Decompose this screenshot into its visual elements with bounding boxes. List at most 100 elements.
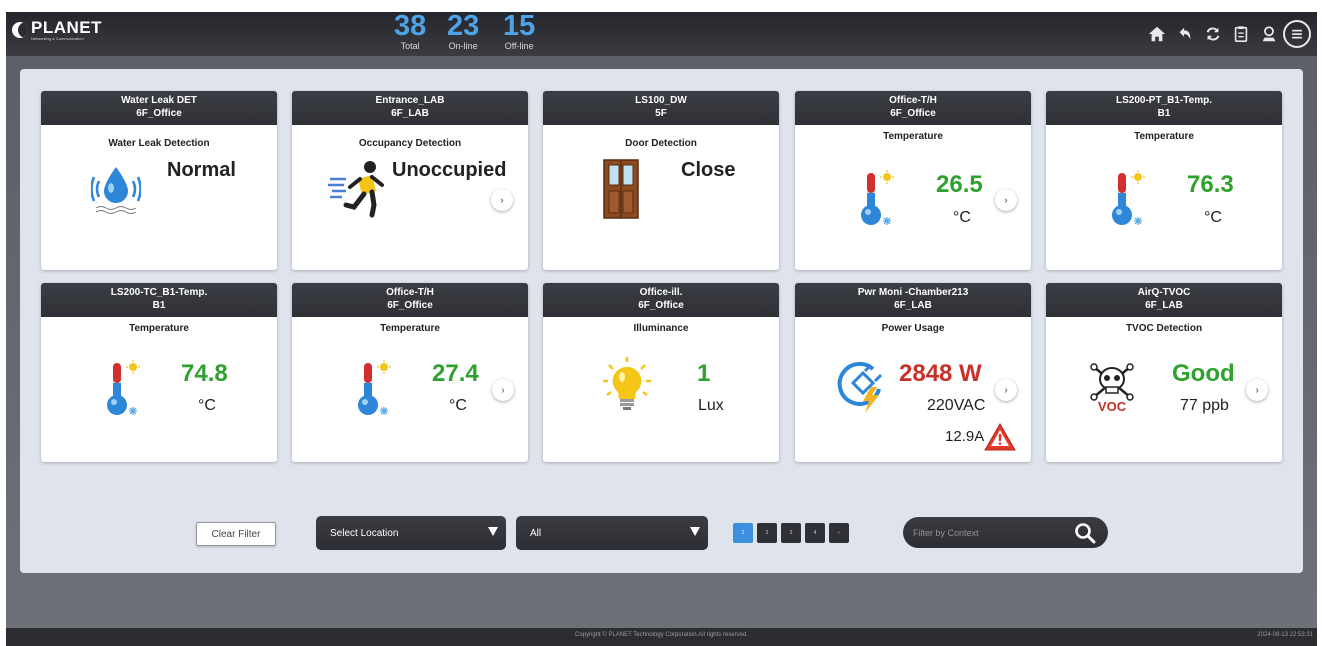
planet-logo[interactable]: PLANET Networking & Communication <box>12 19 102 41</box>
card-header: Office-T/H 6F_Office <box>292 283 528 317</box>
card-type-label: Temperature <box>883 131 943 142</box>
card-location: 5F <box>655 108 667 119</box>
chevron-down-icon <box>488 527 498 536</box>
card-detail-arrow[interactable]: › <box>995 379 1017 401</box>
card-location: 6F_Office <box>890 108 936 119</box>
undo-icon[interactable] <box>1173 22 1197 46</box>
card-location: B1 <box>152 300 166 311</box>
pagination: 1 2 3 4 › <box>733 523 853 543</box>
card-unit: 77 ppb <box>1180 397 1229 414</box>
card-status-value: 2848 W <box>899 360 982 387</box>
user-icon[interactable] <box>1257 22 1281 46</box>
search-icon[interactable] <box>1074 522 1096 549</box>
card-voltage: 220VAC <box>927 397 986 414</box>
clipboard-icon[interactable] <box>1229 22 1253 46</box>
device-card-temperature[interactable]: LS200-TC_B1-Temp. B1 Temperature 74.8 °C <box>41 283 277 462</box>
thermometer-icon <box>857 169 899 234</box>
card-location: 6F_Office <box>387 300 433 311</box>
card-type-label: TVOC Detection <box>1125 323 1203 334</box>
device-card-illuminance[interactable]: Office-ill. 6F_Office Illuminance 1 Lux <box>543 283 779 462</box>
card-location: B1 <box>1157 108 1171 119</box>
logo-text: PLANET <box>31 18 102 37</box>
card-status-value: 26.5 <box>936 171 983 198</box>
counter-offline-value: 15 <box>503 10 536 42</box>
card-type-label: Occupancy Detection <box>358 138 462 149</box>
card-status-value: Good <box>1172 360 1235 387</box>
card-header: Office-T/H 6F_Office <box>795 91 1031 125</box>
category-select[interactable]: All <box>516 516 708 550</box>
category-select-value: All <box>530 527 542 539</box>
card-device-name: Office-T/H <box>889 95 937 106</box>
top-toolbar <box>1141 20 1311 48</box>
page-button-3[interactable]: 3 <box>781 523 801 543</box>
card-device-name: LS200-TC_B1-Temp. <box>110 287 208 298</box>
card-type-label: Temperature <box>129 323 189 334</box>
device-card-temperature[interactable]: Office-T/H 6F_Office Temperature 27.4 °C <box>292 283 528 462</box>
thermometer-icon <box>103 359 145 424</box>
card-type-label: Temperature <box>380 323 440 334</box>
device-card-power[interactable]: Pwr Moni -Chamber213 6F_LAB Power Usage … <box>795 283 1031 462</box>
card-location: 6F_Office <box>136 108 182 119</box>
card-header: LS200-PT_B1-Temp. B1 <box>1046 91 1282 125</box>
card-type-label: Power Usage <box>881 323 945 334</box>
location-select[interactable]: Select Location <box>316 516 506 550</box>
page-next-button[interactable]: › <box>829 523 849 543</box>
card-unit: °C <box>1204 209 1222 226</box>
card-status-value: 1 <box>697 360 711 387</box>
voc-skull-icon: VOC <box>1090 363 1134 419</box>
clear-filter-button[interactable]: Clear Filter <box>196 522 276 546</box>
device-card-door[interactable]: LS100_DW 5F Door Detection Close <box>543 91 779 270</box>
context-filter-input[interactable] <box>913 525 1063 540</box>
page-button-1[interactable]: 1 <box>733 523 753 543</box>
card-header: Pwr Moni -Chamber213 6F_LAB <box>795 283 1031 317</box>
card-type-label: Water Leak Detection <box>108 138 210 149</box>
menu-icon[interactable] <box>1283 20 1311 48</box>
running-person-icon <box>328 157 392 224</box>
device-card-water-leak[interactable]: Water Leak DET 6F_Office Water Leak Dete… <box>41 91 277 270</box>
location-select-value: Select Location <box>330 527 399 539</box>
card-device-name: Pwr Moni -Chamber213 <box>857 287 969 298</box>
card-unit: Lux <box>698 397 724 414</box>
card-status-value: Unoccupied <box>392 159 507 181</box>
chevron-down-icon <box>690 527 700 536</box>
card-header: LS200-TC_B1-Temp. B1 <box>41 283 277 317</box>
card-detail-arrow[interactable]: › <box>491 189 513 211</box>
card-detail-arrow[interactable]: › <box>492 379 514 401</box>
card-device-name: Office-T/H <box>386 287 434 298</box>
card-status-value: Normal <box>167 159 236 181</box>
counter-offline: 15 Off-line <box>503 10 536 52</box>
filter-bar: Clear Filter Select Location All 1 2 3 4… <box>20 514 1303 554</box>
card-unit: °C <box>953 209 971 226</box>
light-bulb-icon <box>601 355 653 420</box>
counter-online-label: On-line <box>448 41 478 51</box>
card-header: Water Leak DET 6F_Office <box>41 91 277 125</box>
copyright-text: Copyright © PLANET Technology Corporatio… <box>575 632 748 638</box>
card-status-value: 74.8 <box>181 360 228 387</box>
counter-total-value: 38 <box>394 10 427 42</box>
card-location: 6F_LAB <box>894 300 932 311</box>
card-detail-arrow[interactable]: › <box>1246 379 1268 401</box>
card-location: 6F_LAB <box>391 108 429 119</box>
device-card-temperature[interactable]: LS200-PT_B1-Temp. B1 Temperature 76.3 °C <box>1046 91 1282 270</box>
app-window: PLANET Networking & Communication 38 Tot… <box>6 12 1317 646</box>
card-device-name: Water Leak DET <box>121 95 197 106</box>
card-header: Office-ill. 6F_Office <box>543 283 779 317</box>
card-device-name: Office-ill. <box>639 287 683 298</box>
top-bar: PLANET Networking & Communication 38 Tot… <box>6 12 1317 56</box>
device-card-tvoc[interactable]: AirQ-TVOC 6F_LAB TVOC Detection VOC Good… <box>1046 283 1282 462</box>
refresh-icon[interactable] <box>1201 22 1225 46</box>
card-detail-arrow[interactable]: › <box>995 189 1017 211</box>
card-header: Entrance_LAB 6F_LAB <box>292 91 528 125</box>
context-filter <box>903 517 1108 548</box>
card-device-name: Entrance_LAB <box>375 95 445 106</box>
counter-offline-label: Off-line <box>504 41 534 51</box>
warning-icon <box>983 422 1017 457</box>
thermometer-icon <box>1108 169 1150 234</box>
page-button-2[interactable]: 2 <box>757 523 777 543</box>
thermometer-icon <box>354 359 396 424</box>
device-card-occupancy[interactable]: Entrance_LAB 6F_LAB Occupancy Detection <box>292 91 528 270</box>
card-device-name: LS100_DW <box>635 95 687 106</box>
device-card-temperature[interactable]: Office-T/H 6F_Office Temperature 26.5 °C <box>795 91 1031 270</box>
home-icon[interactable] <box>1145 22 1169 46</box>
page-button-4[interactable]: 4 <box>805 523 825 543</box>
